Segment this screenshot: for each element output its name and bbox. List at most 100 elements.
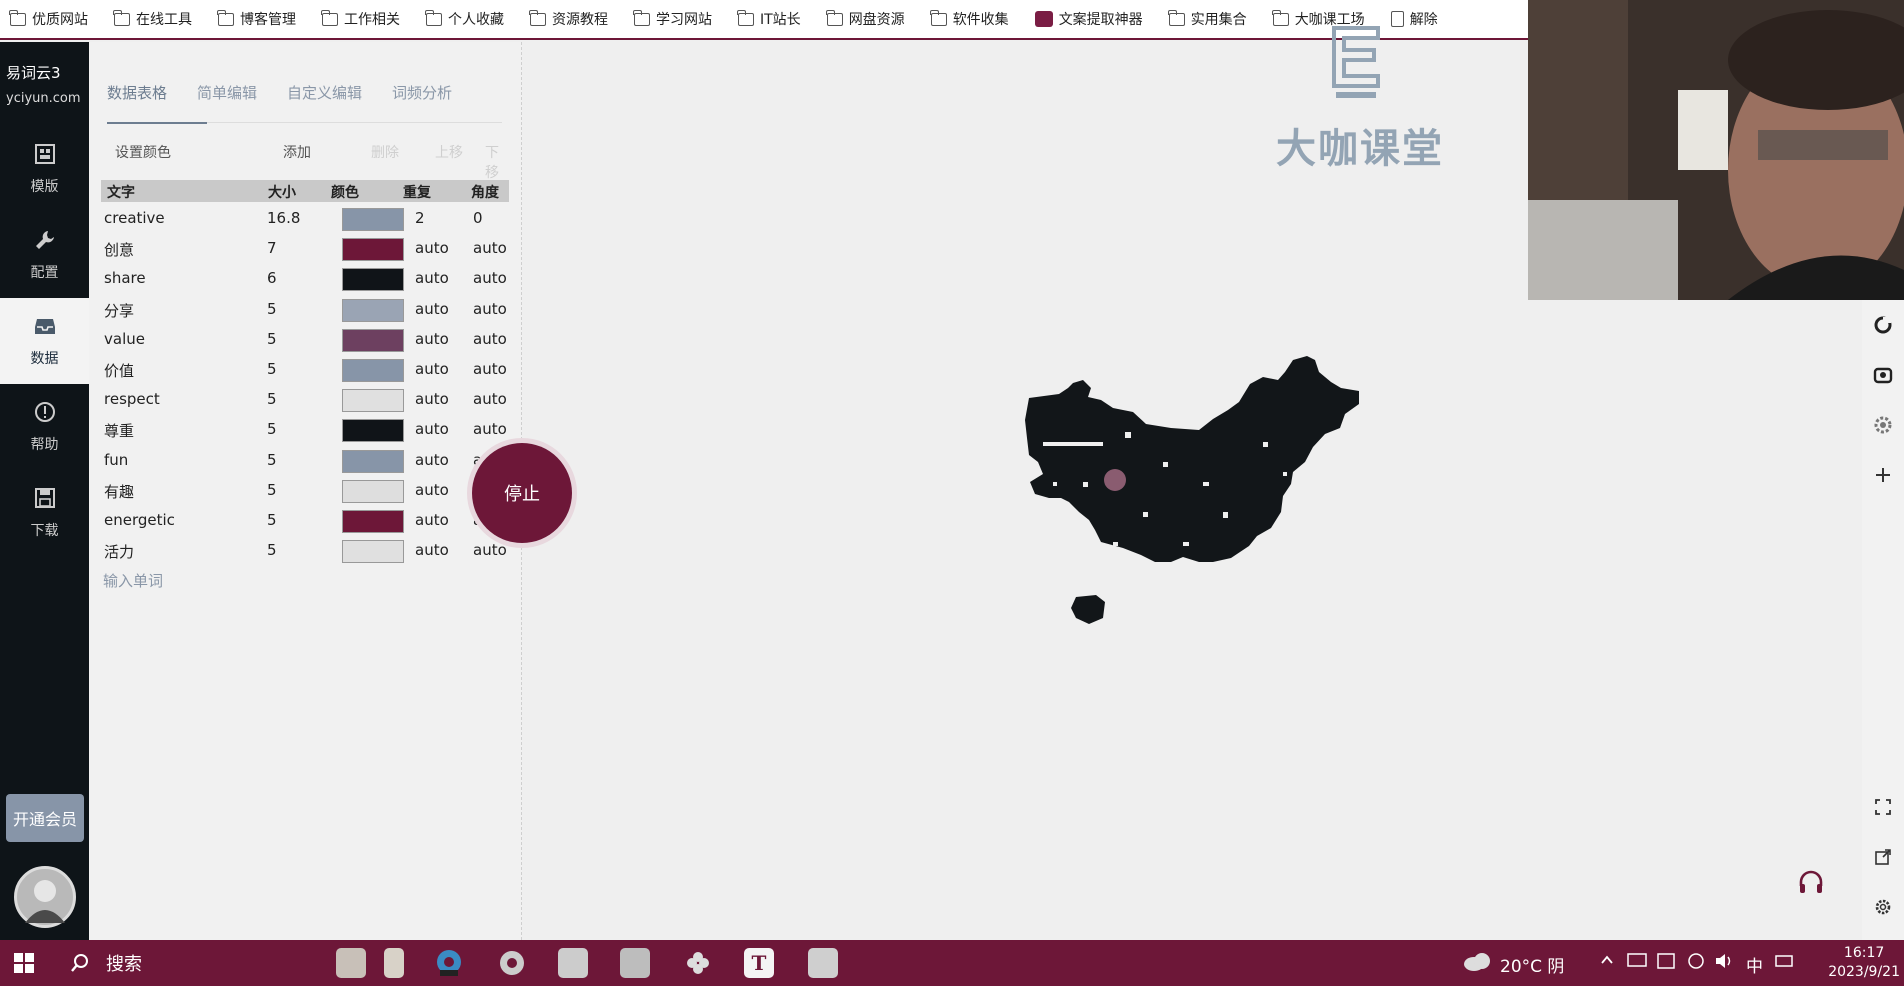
nav-item-help[interactable]: 帮助 — [0, 384, 89, 470]
angle-cell[interactable]: 0 — [473, 209, 483, 227]
repeat-cell[interactable]: auto — [415, 330, 449, 348]
headset-icon[interactable] — [1796, 868, 1826, 902]
repeat-cell[interactable]: auto — [415, 239, 449, 257]
gear-icon[interactable] — [1872, 896, 1894, 918]
bookmark-item[interactable]: 实用集合 — [1168, 9, 1247, 29]
open-vip-button[interactable]: 开通会员 — [6, 794, 84, 842]
color-swatch[interactable] — [342, 328, 404, 352]
angle-cell[interactable]: auto — [473, 239, 507, 257]
table-row[interactable]: respect 5 auto auto — [101, 385, 509, 415]
word-cell[interactable]: 活力 — [104, 541, 134, 562]
repeat-cell[interactable]: auto — [415, 390, 449, 408]
taskbar-search[interactable]: 搜索 — [70, 950, 142, 976]
repeat-cell[interactable]: auto — [415, 360, 449, 378]
nav-item-template[interactable]: 模版 — [0, 126, 89, 212]
tray-tablet-icon[interactable] — [1656, 952, 1676, 974]
bookmark-item[interactable]: 在线工具 — [113, 9, 192, 29]
repeat-cell[interactable]: auto — [415, 420, 449, 438]
word-cell[interactable]: 创意 — [104, 239, 134, 260]
color-swatch[interactable] — [342, 449, 404, 473]
color-swatch[interactable] — [342, 509, 404, 533]
tray-wheel-icon[interactable] — [1686, 952, 1706, 974]
size-cell[interactable]: 5 — [267, 360, 277, 378]
camera-icon[interactable] — [1872, 364, 1894, 386]
weather-text[interactable]: 20°C 阴 — [1500, 952, 1564, 977]
tab-simple-edit[interactable]: 简单编辑 — [197, 82, 257, 103]
word-cell[interactable]: value — [104, 330, 145, 348]
table-row[interactable]: 价值 5 auto auto — [101, 355, 509, 385]
color-swatch[interactable] — [342, 238, 404, 262]
color-swatch[interactable] — [342, 298, 404, 322]
color-swatch[interactable] — [342, 540, 404, 564]
bookmark-item[interactable]: 文案提取神器 — [1034, 9, 1143, 29]
size-cell[interactable]: 5 — [267, 481, 277, 499]
table-row[interactable]: 分享 5 auto auto — [101, 295, 509, 325]
word-cell[interactable]: creative — [104, 209, 165, 227]
word-cell[interactable]: 价值 — [104, 360, 134, 381]
word-cell[interactable]: respect — [104, 390, 160, 408]
repeat-cell[interactable]: auto — [415, 300, 449, 318]
color-swatch[interactable] — [342, 479, 404, 503]
bookmark-item[interactable]: 软件收集 — [930, 9, 1009, 29]
repeat-cell[interactable]: auto — [415, 511, 449, 529]
volume-icon[interactable] — [1714, 952, 1736, 974]
word-cell[interactable]: 尊重 — [104, 420, 134, 441]
tab-custom-edit[interactable]: 自定义编辑 — [287, 82, 362, 103]
table-row[interactable]: share 6 auto auto — [101, 264, 509, 294]
size-cell[interactable]: 5 — [267, 541, 277, 559]
angle-cell[interactable]: auto — [473, 390, 507, 408]
angle-cell[interactable]: auto — [473, 541, 507, 559]
file-explorer-icon[interactable] — [808, 948, 838, 978]
taskbar-app-photo-icon[interactable] — [336, 948, 366, 978]
bookmark-item[interactable]: 个人收藏 — [425, 9, 504, 29]
windows-start-icon[interactable] — [14, 953, 34, 973]
tab-frequency-analysis[interactable]: 词频分析 — [392, 82, 452, 103]
word-input[interactable]: 输入单词 — [103, 570, 163, 591]
move-down-button[interactable]: 下移 — [485, 142, 505, 182]
editor-app-icon[interactable] — [620, 948, 650, 978]
table-row[interactable]: creative 16.8 2 0 — [101, 204, 509, 234]
size-cell[interactable]: 5 — [267, 300, 277, 318]
repeat-cell[interactable]: auto — [415, 541, 449, 559]
table-row[interactable]: 有趣5autoauto — [101, 476, 509, 506]
tab-data-table[interactable]: 数据表格 — [107, 82, 167, 103]
taskbar-app-books-icon[interactable] — [384, 948, 404, 978]
chrome-icon[interactable] — [497, 948, 527, 978]
word-cell[interactable]: share — [104, 269, 146, 287]
nav-item-config[interactable]: 配置 — [0, 212, 89, 298]
table-row[interactable]: value 5 auto auto — [101, 325, 509, 355]
delete-button[interactable]: 删除 — [371, 142, 399, 162]
refresh-icon[interactable] — [1872, 314, 1894, 336]
color-swatch[interactable] — [342, 358, 404, 382]
angle-cell[interactable]: auto — [473, 420, 507, 438]
screenshot-icon[interactable] — [1872, 796, 1894, 818]
repeat-cell[interactable]: auto — [415, 269, 449, 287]
edge-beta-icon[interactable] — [434, 948, 464, 978]
word-cell[interactable]: fun — [104, 451, 128, 469]
settings-icon[interactable] — [1872, 414, 1894, 436]
table-row[interactable]: energetic5autoauto — [101, 506, 509, 536]
size-cell[interactable]: 6 — [267, 269, 277, 287]
bookmark-item[interactable]: 工作相关 — [321, 9, 400, 29]
size-cell[interactable]: 5 — [267, 420, 277, 438]
plus-icon[interactable] — [1872, 464, 1894, 486]
taskbar-clock[interactable]: 16:17 2023/9/21 — [1828, 944, 1900, 982]
table-row[interactable]: 活力 5 auto auto — [101, 536, 509, 566]
repeat-cell[interactable]: auto — [415, 451, 449, 469]
notes-app-icon[interactable] — [558, 948, 588, 978]
bookmark-item[interactable]: 资源教程 — [529, 9, 608, 29]
size-cell[interactable]: 16.8 — [267, 209, 300, 227]
weather-cloud-icon[interactable] — [1462, 950, 1492, 976]
color-swatch[interactable] — [342, 268, 404, 292]
angle-cell[interactable]: auto — [473, 300, 507, 318]
angle-cell[interactable]: auto — [473, 269, 507, 287]
size-cell[interactable]: 5 — [267, 511, 277, 529]
tray-chevron-icon[interactable] — [1600, 952, 1614, 971]
repeat-cell[interactable]: auto — [415, 481, 449, 499]
color-swatch[interactable] — [342, 208, 404, 231]
nav-item-download[interactable]: 下载 — [0, 470, 89, 556]
angle-cell[interactable]: auto — [473, 360, 507, 378]
size-cell[interactable]: 5 — [267, 330, 277, 348]
add-button[interactable]: 添加 — [283, 142, 311, 162]
bookmark-item[interactable]: 博客管理 — [217, 9, 296, 29]
